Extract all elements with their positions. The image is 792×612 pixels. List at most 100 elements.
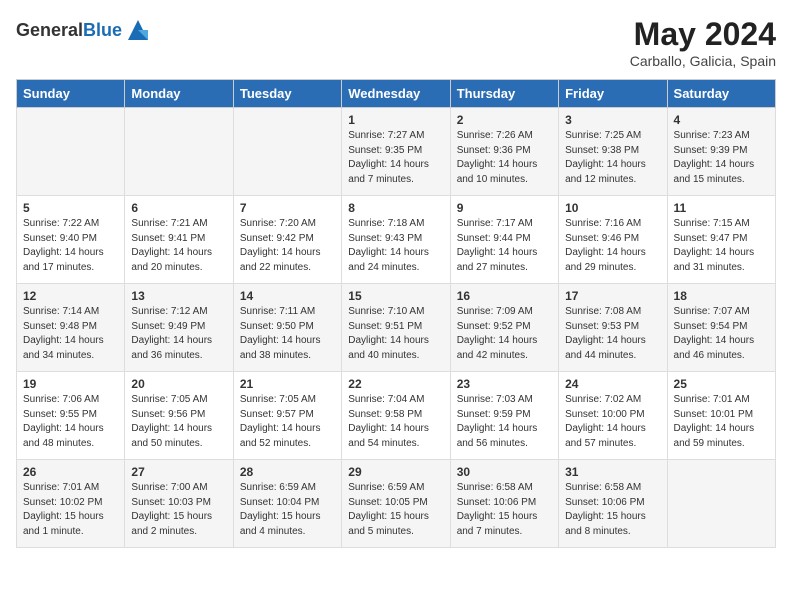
day-content: Sunrise: 7:07 AM Sunset: 9:54 PM Dayligh… (674, 305, 769, 363)
logo-general: General (16, 20, 83, 40)
header-row: SundayMondayTuesdayWednesdayThursdayFrid… (17, 80, 776, 108)
calendar-cell: 30 Sunrise: 6:58 AM Sunset: 10:06 PM Dayl… (450, 460, 558, 548)
day-number: 30 (457, 465, 552, 479)
day-content: Sunrise: 7:10 AM Sunset: 9:51 PM Dayligh… (348, 305, 443, 363)
day-number: 3 (565, 113, 660, 127)
day-content: Sunrise: 7:05 AM Sunset: 9:56 PM Dayligh… (131, 393, 226, 451)
day-content: Sunrise: 7:14 AM Sunset: 9:48 PM Dayligh… (23, 305, 118, 363)
day-number: 7 (240, 201, 335, 215)
calendar-cell: 5 Sunrise: 7:22 AM Sunset: 9:40 PM Daylig… (17, 196, 125, 284)
day-content: Sunrise: 7:23 AM Sunset: 9:39 PM Dayligh… (674, 129, 769, 187)
calendar-cell: 13 Sunrise: 7:12 AM Sunset: 9:49 PM Dayli… (125, 284, 233, 372)
week-row-4: 19 Sunrise: 7:06 AM Sunset: 9:55 PM Dayli… (17, 372, 776, 460)
calendar-cell: 22 Sunrise: 7:04 AM Sunset: 9:58 PM Dayli… (342, 372, 450, 460)
logo: GeneralBlue (16, 16, 152, 44)
calendar-cell: 29Sunrise: 6:59 AM Sunset: 10:05 PM Dayl… (342, 460, 450, 548)
day-number: 14 (240, 289, 335, 303)
calendar-cell: 4Sunrise: 7:23 AM Sunset: 9:39 PM Daylig… (667, 108, 775, 196)
header-day-wednesday: Wednesday (342, 80, 450, 108)
week-row-5: 26 Sunrise: 7:01 AM Sunset: 10:02 PM Dayl… (17, 460, 776, 548)
calendar-cell: 26 Sunrise: 7:01 AM Sunset: 10:02 PM Dayl… (17, 460, 125, 548)
location-subtitle: Carballo, Galicia, Spain (630, 53, 776, 69)
title-section: May 2024 Carballo, Galicia, Spain (630, 16, 776, 69)
header-day-saturday: Saturday (667, 80, 775, 108)
day-number: 12 (23, 289, 118, 303)
calendar-cell: 8 Sunrise: 7:18 AM Sunset: 9:43 PM Daylig… (342, 196, 450, 284)
day-content: Sunrise: 7:16 AM Sunset: 9:46 PM Dayligh… (565, 217, 660, 275)
day-number: 1 (348, 113, 443, 127)
day-content: Sunrise: 7:11 AM Sunset: 9:50 PM Dayligh… (240, 305, 335, 363)
calendar-cell: 17Sunrise: 7:08 AM Sunset: 9:53 PM Dayli… (559, 284, 667, 372)
calendar-body: 1Sunrise: 7:27 AM Sunset: 9:35 PM Daylig… (17, 108, 776, 548)
day-content: Sunrise: 7:26 AM Sunset: 9:36 PM Dayligh… (457, 129, 552, 187)
calendar-cell (125, 108, 233, 196)
day-content: Sunrise: 7:08 AM Sunset: 9:53 PM Dayligh… (565, 305, 660, 363)
header-day-sunday: Sunday (17, 80, 125, 108)
day-number: 10 (565, 201, 660, 215)
day-content: Sunrise: 7:01 AM Sunset: 10:01 PM Daylig… (674, 393, 769, 451)
calendar-cell: 3Sunrise: 7:25 AM Sunset: 9:38 PM Daylig… (559, 108, 667, 196)
day-number: 9 (457, 201, 552, 215)
calendar-cell (233, 108, 341, 196)
day-number: 31 (565, 465, 660, 479)
day-number: 22 (348, 377, 443, 391)
day-content: Sunrise: 7:21 AM Sunset: 9:41 PM Dayligh… (131, 217, 226, 275)
day-content: Sunrise: 7:18 AM Sunset: 9:43 PM Dayligh… (348, 217, 443, 275)
calendar-cell: 21 Sunrise: 7:05 AM Sunset: 9:57 PM Dayli… (233, 372, 341, 460)
calendar-cell: 9 Sunrise: 7:17 AM Sunset: 9:44 PM Daylig… (450, 196, 558, 284)
calendar-cell: 31 Sunrise: 6:58 AM Sunset: 10:06 PM Dayl… (559, 460, 667, 548)
day-content: Sunrise: 7:17 AM Sunset: 9:44 PM Dayligh… (457, 217, 552, 275)
calendar-cell: 19 Sunrise: 7:06 AM Sunset: 9:55 PM Dayli… (17, 372, 125, 460)
day-number: 2 (457, 113, 552, 127)
calendar-cell: 27 Sunrise: 7:00 AM Sunset: 10:03 PM Dayl… (125, 460, 233, 548)
header-day-thursday: Thursday (450, 80, 558, 108)
calendar-cell: 7 Sunrise: 7:20 AM Sunset: 9:42 PM Daylig… (233, 196, 341, 284)
day-number: 13 (131, 289, 226, 303)
calendar-cell: 18Sunrise: 7:07 AM Sunset: 9:54 PM Dayli… (667, 284, 775, 372)
day-number: 25 (674, 377, 769, 391)
day-number: 15 (348, 289, 443, 303)
logo-icon (124, 16, 152, 44)
day-number: 28 (240, 465, 335, 479)
calendar-cell: 10 Sunrise: 7:16 AM Sunset: 9:46 PM Dayli… (559, 196, 667, 284)
calendar-cell: 6Sunrise: 7:21 AM Sunset: 9:41 PM Daylig… (125, 196, 233, 284)
calendar-cell (17, 108, 125, 196)
day-content: Sunrise: 7:22 AM Sunset: 9:40 PM Dayligh… (23, 217, 118, 275)
calendar-cell: 2 Sunrise: 7:26 AM Sunset: 9:36 PM Daylig… (450, 108, 558, 196)
calendar-cell: 15 Sunrise: 7:10 AM Sunset: 9:51 PM Dayli… (342, 284, 450, 372)
day-content: Sunrise: 7:01 AM Sunset: 10:02 PM Daylig… (23, 481, 118, 539)
day-content: Sunrise: 7:00 AM Sunset: 10:03 PM Daylig… (131, 481, 226, 539)
day-content: Sunrise: 6:58 AM Sunset: 10:06 PM Daylig… (565, 481, 660, 539)
day-number: 21 (240, 377, 335, 391)
calendar-cell: 25 Sunrise: 7:01 AM Sunset: 10:01 PM Dayl… (667, 372, 775, 460)
day-content: Sunrise: 7:04 AM Sunset: 9:58 PM Dayligh… (348, 393, 443, 451)
day-content: Sunrise: 6:58 AM Sunset: 10:06 PM Daylig… (457, 481, 552, 539)
day-number: 8 (348, 201, 443, 215)
day-content: Sunrise: 7:20 AM Sunset: 9:42 PM Dayligh… (240, 217, 335, 275)
day-number: 20 (131, 377, 226, 391)
day-number: 26 (23, 465, 118, 479)
day-number: 29 (348, 465, 443, 479)
day-content: Sunrise: 7:03 AM Sunset: 9:59 PM Dayligh… (457, 393, 552, 451)
calendar-cell: 28Sunrise: 6:59 AM Sunset: 10:04 PM Dayl… (233, 460, 341, 548)
day-number: 16 (457, 289, 552, 303)
day-content: Sunrise: 7:15 AM Sunset: 9:47 PM Dayligh… (674, 217, 769, 275)
logo-blue: Blue (83, 20, 122, 40)
day-number: 27 (131, 465, 226, 479)
calendar-table: SundayMondayTuesdayWednesdayThursdayFrid… (16, 79, 776, 548)
calendar-cell: 14 Sunrise: 7:11 AM Sunset: 9:50 PM Dayli… (233, 284, 341, 372)
day-number: 19 (23, 377, 118, 391)
page-header: GeneralBlue May 2024 Carballo, Galicia, … (16, 16, 776, 69)
day-content: Sunrise: 7:05 AM Sunset: 9:57 PM Dayligh… (240, 393, 335, 451)
week-row-2: 5 Sunrise: 7:22 AM Sunset: 9:40 PM Daylig… (17, 196, 776, 284)
day-content: Sunrise: 7:12 AM Sunset: 9:49 PM Dayligh… (131, 305, 226, 363)
day-content: Sunrise: 7:09 AM Sunset: 9:52 PM Dayligh… (457, 305, 552, 363)
week-row-3: 12 Sunrise: 7:14 AM Sunset: 9:48 PM Dayli… (17, 284, 776, 372)
calendar-cell: 1Sunrise: 7:27 AM Sunset: 9:35 PM Daylig… (342, 108, 450, 196)
day-number: 11 (674, 201, 769, 215)
calendar-cell: 11 Sunrise: 7:15 AM Sunset: 9:47 PM Dayli… (667, 196, 775, 284)
day-number: 5 (23, 201, 118, 215)
calendar-cell (667, 460, 775, 548)
week-row-1: 1Sunrise: 7:27 AM Sunset: 9:35 PM Daylig… (17, 108, 776, 196)
day-content: Sunrise: 7:06 AM Sunset: 9:55 PM Dayligh… (23, 393, 118, 451)
